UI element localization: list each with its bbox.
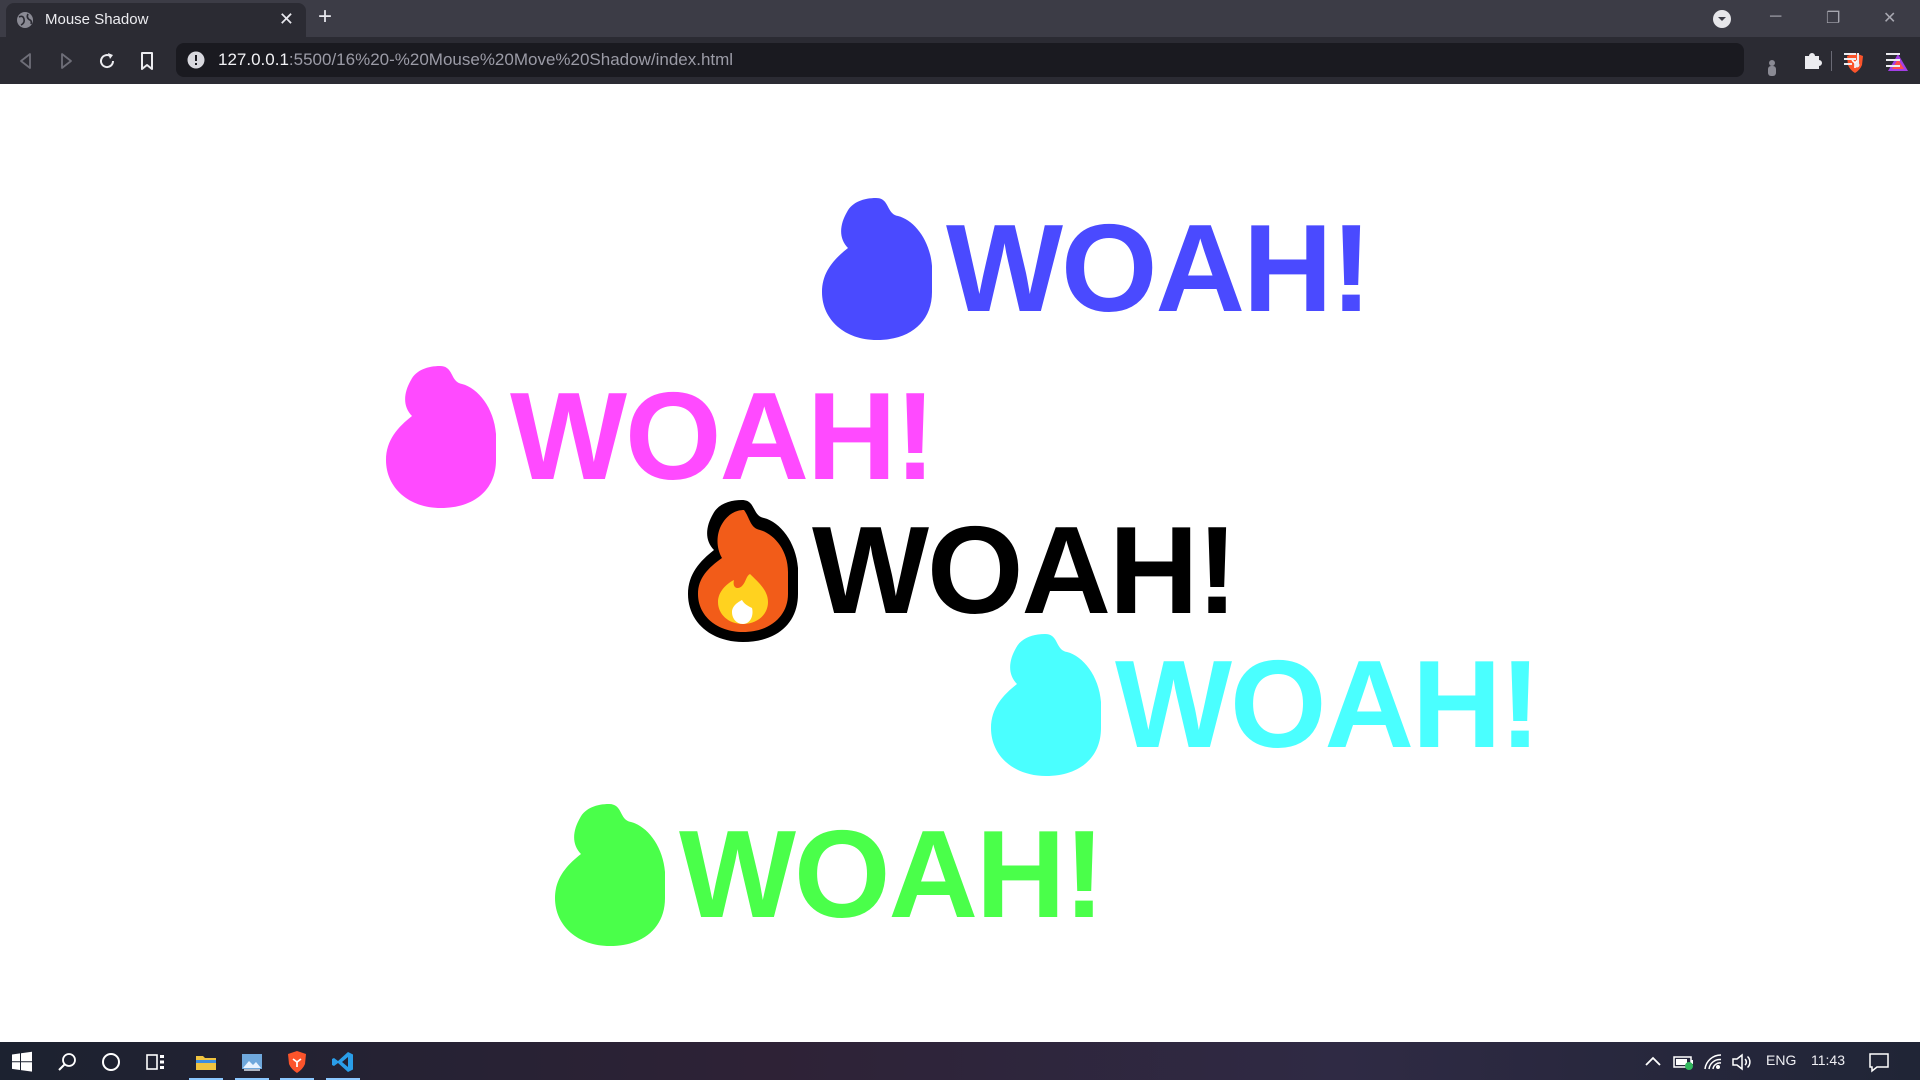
tab-search-icon[interactable] — [1712, 9, 1732, 29]
url-text[interactable]: 127.0.0.1:5500/16%20-%20Mouse%20Move%20S… — [218, 50, 733, 70]
woah-shadow-green: WOAH! — [553, 802, 1105, 948]
woah-shadow-cyan: WOAH! — [989, 632, 1541, 778]
woah-text: WOAH! — [812, 502, 1238, 640]
woah-text: WOAH! — [679, 806, 1105, 944]
flame-silhouette-icon — [991, 634, 1101, 776]
address-divider — [1831, 51, 1832, 71]
woah-text: WOAH! — [1115, 636, 1541, 774]
file-explorer-icon[interactable] — [194, 1050, 218, 1074]
puzzle-extensions-icon[interactable] — [1801, 49, 1823, 71]
volume-icon[interactable] — [1730, 1050, 1754, 1074]
woah-shadow-pink: WOAH! — [384, 364, 936, 510]
notification-icon[interactable] — [1867, 1050, 1891, 1074]
flame-silhouette-icon — [555, 804, 665, 946]
woah-shadow-blue: WOAH! — [820, 196, 1372, 342]
minimize-button[interactable]: ─ — [1770, 8, 1781, 26]
extension-icon[interactable] — [1761, 57, 1783, 79]
address-bar[interactable]: 127.0.0.1:5500/16%20-%20Mouse%20Move%20S… — [176, 43, 1908, 77]
language-indicator[interactable]: ENG — [1766, 1052, 1796, 1068]
new-tab-button[interactable]: + — [318, 3, 332, 31]
chevron-up-icon[interactable] — [1641, 1050, 1665, 1074]
navigation-bar: 127.0.0.1:5500/16%20-%20Mouse%20Move%20S… — [0, 37, 1920, 84]
bookmark-icon[interactable] — [135, 49, 159, 73]
brave-browser-icon[interactable] — [285, 1050, 309, 1074]
woah-text: WOAH! — [946, 200, 1372, 338]
wifi-icon[interactable] — [1701, 1050, 1725, 1074]
url-host: 127.0.0.1 — [218, 50, 289, 69]
close-tab-icon[interactable]: ✕ — [279, 9, 294, 30]
media-playlist-icon[interactable] — [1842, 49, 1864, 71]
clock[interactable]: 11:43 — [1811, 1052, 1845, 1068]
task-view-icon[interactable] — [144, 1050, 168, 1074]
url-path: :5500/16%20-%20Mouse%20Move%20Shadow/ind… — [288, 50, 734, 69]
reload-icon[interactable] — [95, 49, 119, 73]
tab-mouse-shadow[interactable]: Mouse Shadow ✕ — [6, 3, 306, 37]
restore-button[interactable]: ❐ — [1826, 8, 1840, 28]
battery-icon[interactable] — [1672, 1050, 1696, 1074]
search-icon[interactable] — [55, 1050, 79, 1074]
woah-main: WOAH! — [686, 498, 1238, 644]
windows-taskbar: ENG 11:43 — [0, 1042, 1920, 1080]
site-info-icon[interactable] — [187, 51, 205, 69]
back-icon[interactable] — [14, 49, 38, 73]
fire-emoji-icon — [688, 500, 798, 642]
tab-bar: Mouse Shadow ✕ + ─ ❐ ✕ — [0, 0, 1920, 37]
forward-icon[interactable] — [54, 49, 78, 73]
flame-silhouette-icon — [822, 198, 932, 340]
menu-icon[interactable] — [1882, 49, 1904, 71]
windows-start-icon[interactable] — [10, 1050, 34, 1074]
flame-silhouette-icon — [386, 366, 496, 508]
close-window-button[interactable]: ✕ — [1883, 8, 1896, 28]
globe-icon — [17, 12, 33, 28]
tab-title: Mouse Shadow — [45, 11, 149, 28]
image-app-icon[interactable] — [240, 1050, 264, 1074]
woah-text: WOAH! — [510, 368, 936, 506]
cortana-icon[interactable] — [99, 1050, 123, 1074]
vscode-icon[interactable] — [331, 1050, 355, 1074]
